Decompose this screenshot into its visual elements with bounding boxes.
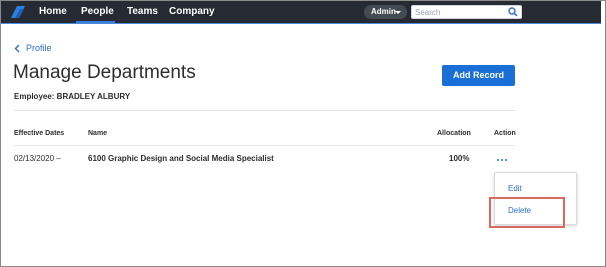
logo-icon[interactable] (9, 4, 27, 20)
employee-name: Employee: BRADLEY ALBURY (14, 92, 131, 101)
delete-highlight-box (489, 197, 565, 228)
column-header-name: Name (88, 130, 108, 137)
nav-home[interactable]: Home (39, 6, 67, 17)
admin-menu-button[interactable]: Admin (364, 5, 407, 19)
admin-label: Admin (371, 7, 396, 16)
navbar-accent-line (1, 23, 601, 24)
row-department-name: 6100 Graphic Design and Social Media Spe… (88, 154, 274, 163)
table-header-divider (14, 145, 515, 146)
row-allocation: 100% (449, 154, 470, 163)
caret-down-icon (395, 11, 401, 14)
search-input[interactable] (415, 7, 505, 18)
row-actions-icon[interactable] (497, 155, 509, 165)
chevron-left-icon[interactable] (14, 44, 20, 53)
header-divider (14, 110, 515, 111)
add-record-button[interactable]: Add Record (442, 65, 515, 86)
back-to-profile-link[interactable]: Profile (26, 43, 52, 53)
top-navbar: Home People Teams Company Admin (1, 1, 601, 23)
page-title: Manage Departments (13, 62, 196, 83)
row-effective-date: 02/13/2020 – (14, 154, 61, 163)
nav-people[interactable]: People (81, 6, 114, 17)
menu-item-edit[interactable]: Edit (508, 184, 522, 193)
nav-company[interactable]: Company (169, 6, 215, 17)
column-header-action: Action (494, 130, 516, 137)
search-box[interactable] (411, 5, 522, 19)
column-header-effective-dates: Effective Dates (14, 130, 65, 137)
column-header-allocation: Allocation (437, 130, 471, 137)
search-icon[interactable] (508, 7, 518, 17)
nav-teams[interactable]: Teams (127, 6, 158, 17)
